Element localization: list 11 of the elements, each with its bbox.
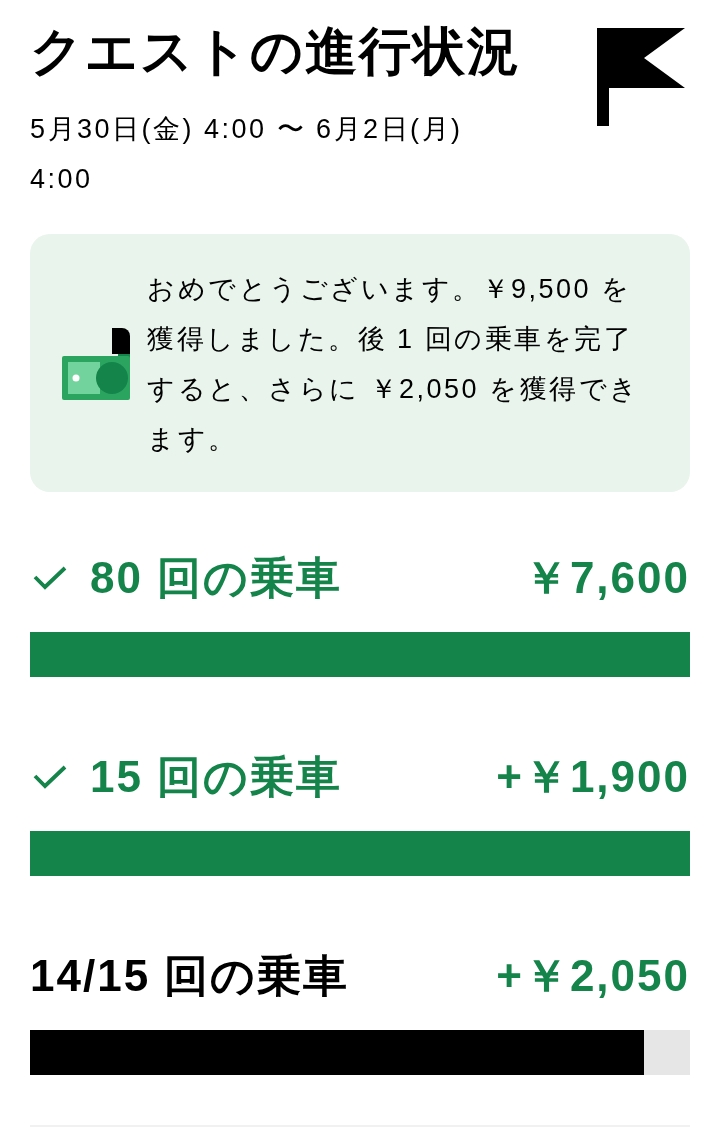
date-range-text: 5月30日(金) 4:00 〜 6月2日(月) 4:00 xyxy=(30,113,464,196)
reward-amount: +￥1,900 xyxy=(496,751,690,803)
page-title: クエストの進行状況 xyxy=(30,21,521,82)
reward-amount: +￥2,050 xyxy=(496,950,690,1002)
reward-amount: ￥7,600 xyxy=(523,552,690,604)
milestone-label: 15 回の乗車 xyxy=(90,751,343,803)
milestone-label: 14/15 回の乗車 xyxy=(30,950,350,1002)
flag-icon xyxy=(597,28,685,126)
milestone-label: 80 回の乗車 xyxy=(90,552,343,604)
money-icon xyxy=(62,328,130,400)
notice-message: おめでとうございます。￥9,500 を獲得しました。後 1 回の乗車を完了すると、さらに ￥2,050 を獲得できます。 xyxy=(147,273,641,456)
